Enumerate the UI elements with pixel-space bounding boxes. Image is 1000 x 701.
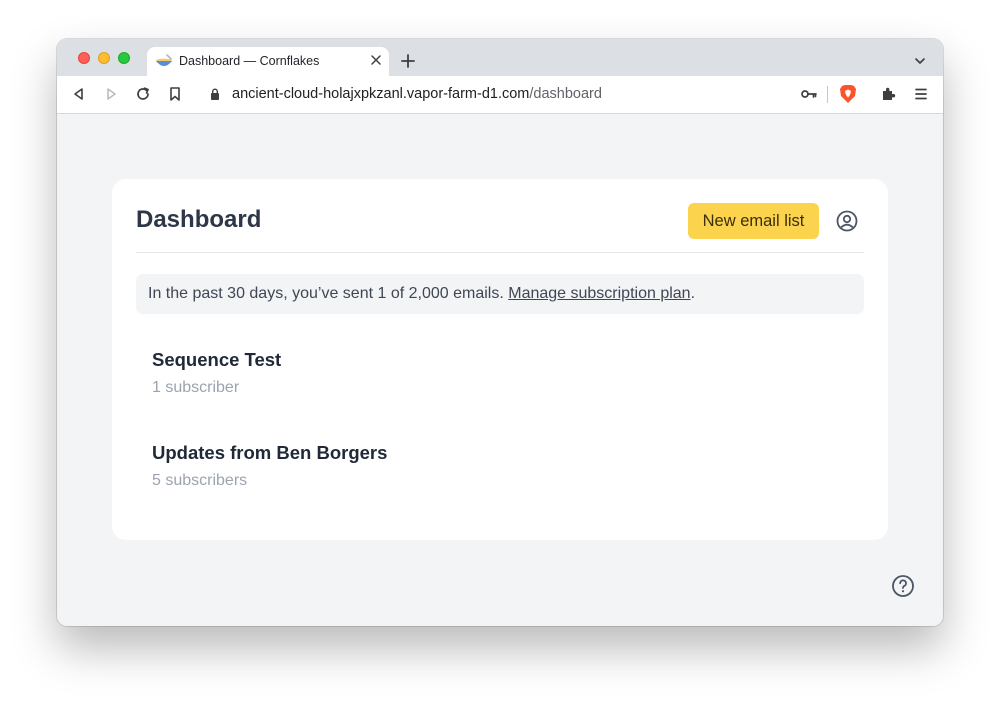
tab-title: Dashboard — Cornflakes: [179, 54, 320, 68]
address-bar[interactable]: ancient-cloud-holajxpkzanl.vapor-farm-d1…: [198, 80, 866, 109]
usage-notice: In the past 30 days, you’ve sent 1 of 2,…: [136, 274, 864, 314]
browser-toolbar: ancient-cloud-holajxpkzanl.vapor-farm-d1…: [57, 76, 943, 114]
user-account-icon[interactable]: [836, 210, 858, 232]
forward-icon[interactable]: [103, 86, 119, 102]
page-content: Dashboard New email list In the past 30 …: [57, 114, 943, 626]
new-email-list-button[interactable]: New email list: [688, 203, 819, 239]
usage-text-line: In the past 30 days, you’ve sent 1 of 2,…: [148, 285, 695, 303]
address-bar-separator: [827, 86, 828, 103]
window-minimize-button[interactable]: [98, 52, 110, 64]
bookmark-icon[interactable]: [167, 86, 183, 102]
list-name: Updates from Ben Borgers: [152, 442, 388, 463]
help-icon[interactable]: [891, 574, 915, 598]
reload-icon[interactable]: [135, 86, 151, 102]
usage-suffix: .: [690, 285, 696, 302]
back-icon[interactable]: [71, 86, 87, 102]
list-item[interactable]: Updates from Ben Borgers 5 subscribers: [152, 442, 752, 490]
extensions-icon[interactable]: [881, 86, 897, 102]
cereal-bowl-icon: [156, 54, 172, 66]
page-title: Dashboard: [136, 206, 262, 233]
header-divider: [136, 252, 864, 253]
url-text: ancient-cloud-holajxpkzanl.vapor-farm-d1…: [232, 86, 602, 102]
window-close-button[interactable]: [78, 52, 90, 64]
browser-tab[interactable]: Dashboard — Cornflakes: [147, 47, 389, 76]
url-path: /dashboard: [529, 86, 602, 102]
url-host: ancient-cloud-holajxpkzanl.vapor-farm-d1…: [232, 86, 530, 102]
lock-icon: [211, 88, 219, 100]
dashboard-card: Dashboard New email list In the past 30 …: [112, 179, 888, 540]
new-tab-icon[interactable]: [400, 53, 416, 69]
list-item[interactable]: Sequence Test 1 subscriber: [152, 349, 752, 397]
list-subscriber-count: 1 subscriber: [152, 379, 240, 396]
browser-window: Dashboard — Cornflakes ancient-cloud-hol…: [57, 39, 943, 626]
tab-close-icon[interactable]: [369, 53, 383, 67]
window-maximize-button[interactable]: [118, 52, 130, 64]
manage-subscription-link[interactable]: Manage subscription plan: [508, 285, 690, 302]
list-subscriber-count: 5 subscribers: [152, 472, 248, 489]
usage-text: In the past 30 days, you’ve sent 1 of 2,…: [148, 285, 504, 302]
key-icon[interactable]: [801, 88, 817, 100]
tab-list-icon[interactable]: [914, 56, 926, 66]
list-name: Sequence Test: [152, 349, 282, 370]
brave-shield-icon[interactable]: [839, 84, 857, 104]
menu-icon[interactable]: [913, 86, 929, 102]
tab-bar: Dashboard — Cornflakes: [57, 39, 943, 76]
